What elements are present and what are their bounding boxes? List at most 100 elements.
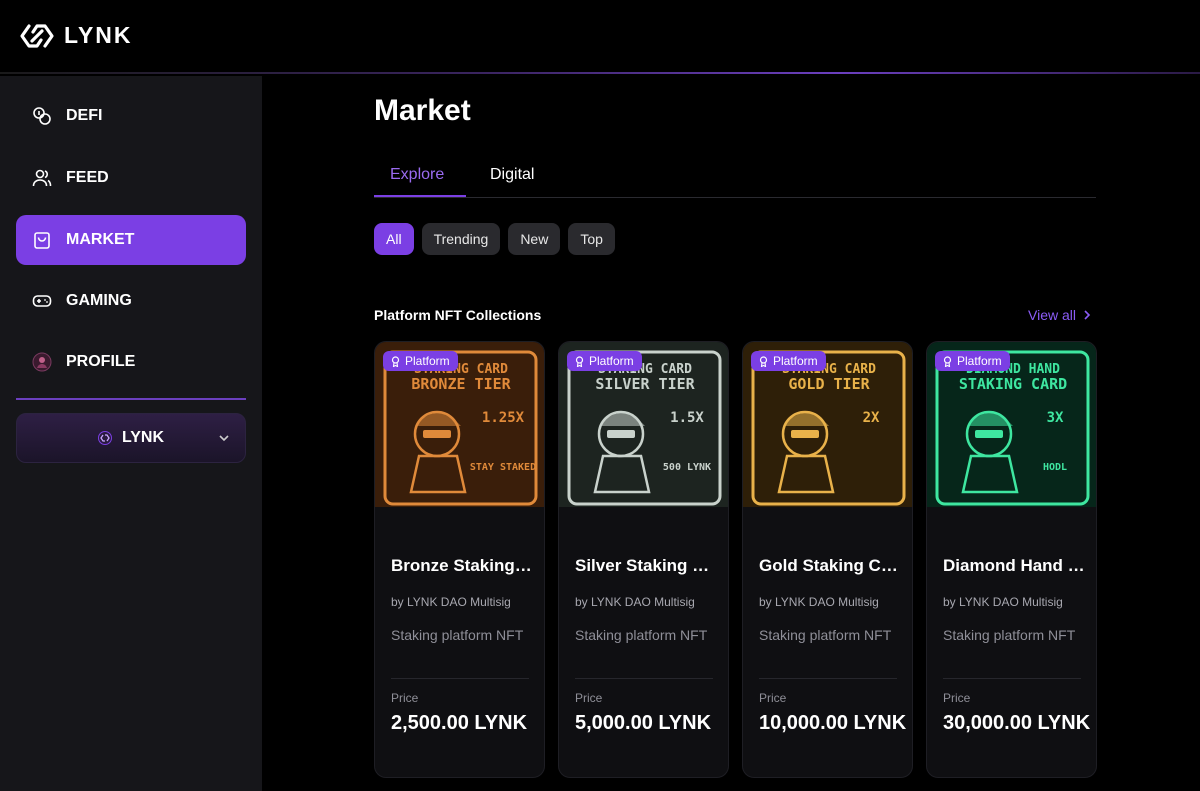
nft-card-list: STAKING CARD BRONZE TIER 1.25X STAY STAKED …: [374, 341, 1097, 778]
filter-top[interactable]: Top: [568, 223, 615, 255]
main-content: Market Explore Digital All Trending New …: [262, 76, 1200, 791]
sidebar-item-market[interactable]: MARKET: [16, 215, 246, 265]
nft-art-bottom-fade: [927, 507, 1096, 512]
platform-badge: Platform: [751, 351, 826, 371]
nft-card-price-label: Price: [943, 691, 971, 705]
sidebar-item-profile[interactable]: PROFILE: [16, 337, 246, 387]
sidebar-item-gaming[interactable]: GAMING: [16, 276, 246, 326]
platform-badge-label: Platform: [589, 354, 634, 368]
nft-art-caption: STAY STAKED: [470, 462, 536, 473]
nft-card[interactable]: STAKING CARD SILVER TIER 1.5X 500 LYNK Plat…: [558, 341, 729, 778]
nft-art-tier: SILVER TIER: [595, 375, 695, 393]
profile-avatar-icon: [32, 352, 52, 372]
platform-badge-label: Platform: [957, 354, 1002, 368]
page-title: Market: [374, 94, 471, 127]
nft-art-sunglasses: [423, 430, 451, 438]
filter-new[interactable]: New: [508, 223, 561, 255]
nft-card-price: 30,000.00 LYNK: [943, 712, 1091, 734]
view-all-label: View all: [1028, 307, 1076, 323]
wallet-label: LYNK: [121, 429, 165, 446]
nft-card-creator: by LYNK DAO Multisig: [575, 595, 695, 609]
nft-art-tier: GOLD TIER: [788, 375, 870, 393]
sidebar-item-defi[interactable]: DEFI: [16, 91, 246, 141]
nft-card-creator: by LYNK DAO Multisig: [759, 595, 879, 609]
award-icon: [759, 355, 768, 367]
nft-card-price-label: Price: [391, 691, 419, 705]
sidebar-item-label: FEED: [66, 169, 109, 186]
nft-art-sunglasses: [607, 430, 635, 438]
nft-card-price: 2,500.00 LYNK: [391, 712, 528, 734]
wallet-selector[interactable]: LYNK: [16, 413, 246, 463]
chevron-right-icon: [1084, 310, 1091, 320]
top-bar: LYNK: [0, 0, 1200, 74]
nft-card[interactable]: STAKING CARD BRONZE TIER 1.25X STAY STAKED …: [374, 341, 545, 778]
sidebar-item-feed[interactable]: FEED: [16, 153, 246, 203]
nft-card-creator: by LYNK DAO Multisig: [943, 595, 1063, 609]
sidebar-item-label: PROFILE: [66, 353, 136, 370]
sidebar-item-label: DEFI: [66, 107, 103, 124]
nft-art-bottom-fade: [743, 507, 912, 512]
nft-art-caption: HODL: [1043, 462, 1067, 473]
app-logo-text: LYNK: [64, 22, 133, 48]
lynk-coin-icon: [97, 431, 112, 445]
nft-art-sunglasses: [791, 430, 819, 438]
nft-card-price-label: Price: [575, 691, 603, 705]
nft-card-description: Staking platform NFT: [391, 627, 524, 643]
nft-art-multiplier: 3X: [1047, 410, 1064, 426]
platform-badge: Platform: [935, 351, 1010, 371]
nft-card-price: 10,000.00 LYNK: [759, 712, 907, 734]
nft-art-tier: BRONZE TIER: [411, 375, 511, 393]
platform-badge-label: Platform: [773, 354, 818, 368]
filter-all[interactable]: All: [374, 223, 414, 255]
nft-card-divider: [943, 678, 1081, 679]
award-icon: [575, 355, 584, 367]
nft-card-name: Gold Staking Card: [759, 556, 901, 575]
section-title: Platform NFT Collections: [374, 307, 542, 323]
tab-digital[interactable]: Digital: [490, 166, 534, 184]
award-icon: [943, 355, 952, 367]
nft-card[interactable]: DIAMOND HAND STAKING CARD 3X HODL Platform …: [926, 341, 1097, 778]
coins-icon: [32, 106, 52, 126]
platform-badge: Platform: [383, 351, 458, 371]
shopping-bag-icon: [32, 230, 52, 250]
view-all-link[interactable]: View all: [1028, 307, 1092, 323]
nft-card-price: 5,000.00 LYNK: [575, 712, 712, 734]
nft-art-multiplier: 1.5X: [670, 410, 704, 426]
nft-art-caption: 500 LYNK: [663, 462, 711, 473]
award-icon: [391, 355, 400, 367]
nft-card-price-label: Price: [759, 691, 787, 705]
app-logo[interactable]: LYNK: [20, 22, 133, 49]
chevron-down-icon: [217, 431, 231, 450]
nft-card-creator: by LYNK DAO Multisig: [391, 595, 511, 609]
nft-art-sunglasses: [975, 430, 1003, 438]
sidebar: DEFI FEED MARKET GAMING PROFILE LYNK: [0, 76, 262, 791]
sidebar-divider: [16, 398, 246, 400]
sidebar-item-label: GAMING: [66, 292, 132, 309]
nft-art-multiplier: 2X: [863, 410, 880, 426]
tab-explore[interactable]: Explore: [390, 166, 444, 184]
nft-card-divider: [759, 678, 897, 679]
nft-art-tier: STAKING CARD: [959, 375, 1067, 393]
tab-bar: Explore Digital: [374, 162, 1096, 198]
platform-badge: Platform: [567, 351, 642, 371]
nft-card-name: Silver Staking Card: [575, 556, 717, 575]
nft-art-bottom-fade: [559, 507, 728, 512]
users-icon: [32, 168, 52, 188]
active-tab-indicator: [374, 195, 466, 197]
sidebar-item-label: MARKET: [66, 231, 135, 248]
lynk-logo-icon: [20, 23, 54, 48]
nft-card-description: Staking platform NFT: [759, 627, 892, 643]
filter-trending[interactable]: Trending: [421, 223, 501, 255]
nft-card-divider: [575, 678, 713, 679]
nft-card-divider: [391, 678, 529, 679]
filter-chips: All Trending New Top: [374, 223, 615, 255]
nft-card-name: Diamond Hand Staking Card: [943, 556, 1085, 575]
nft-art-bottom-fade: [375, 507, 544, 512]
nft-card-description: Staking platform NFT: [575, 627, 708, 643]
platform-badge-label: Platform: [405, 354, 450, 368]
gamepad-icon: [32, 291, 52, 311]
nft-card[interactable]: STAKING CARD GOLD TIER 2X Platform Gold St…: [742, 341, 913, 778]
nft-card-name: Bronze Staking Card: [391, 556, 533, 575]
nft-art-multiplier: 1.25X: [482, 410, 525, 426]
nft-card-description: Staking platform NFT: [943, 627, 1076, 643]
